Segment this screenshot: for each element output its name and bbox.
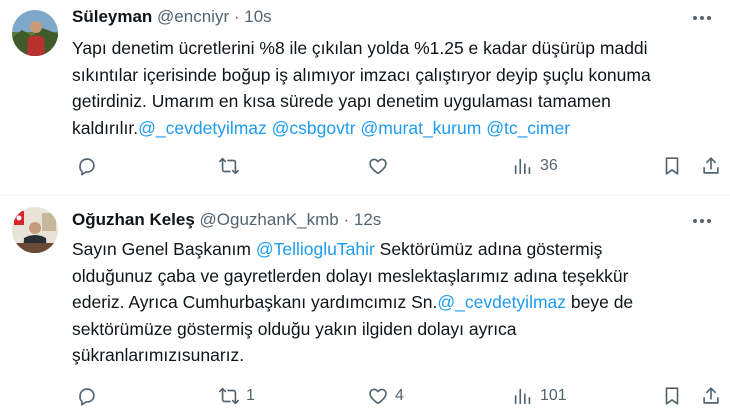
tweet[interactable]: Süleyman @encniyr · 10s Yapı denetim ücr… (0, 0, 730, 196)
display-name[interactable]: Oğuzhan Keleş (72, 210, 195, 229)
more-icon[interactable] (690, 8, 714, 28)
views-icon (514, 388, 531, 405)
retweet-icon (219, 157, 239, 175)
text-segment: olduğunuz çaba ve gayretlerden dolayı me… (72, 265, 629, 286)
mention-link[interactable]: @_cevdetyilmaz (437, 292, 566, 312)
share-button[interactable] (700, 383, 722, 409)
tweet-text-line: getirdiniz. Umarım en kısa sürede yapı d… (72, 88, 712, 115)
avatar[interactable] (12, 10, 58, 56)
retweet-count: 1 (246, 387, 255, 404)
views-button[interactable]: 101 (512, 383, 567, 409)
tweet-text-line: Sayın Genel Başkanım @TelliogluTahir Sek… (72, 236, 712, 263)
like-count: 4 (395, 387, 404, 404)
timestamp[interactable]: 10s (244, 7, 271, 26)
views-icon (514, 158, 531, 175)
more-icon[interactable] (690, 211, 714, 231)
mention-link[interactable]: @TelliogluTahir (256, 239, 375, 259)
share-button[interactable] (700, 153, 722, 179)
display-name[interactable]: Süleyman (72, 7, 152, 26)
text-segment: Sayın Genel Başkanım (72, 239, 256, 259)
tweet[interactable]: Oğuzhan Keleş @OguzhanK_kmb · 12s Sayın … (0, 197, 730, 420)
views-button[interactable]: 36 (512, 153, 558, 179)
tweet-text-line: ederiz. Ayrıca Cumhurbaşkanı yardımcımız… (72, 289, 712, 316)
text-segment: kaldırılır. (72, 117, 139, 138)
tweet-text-line: sektörümüze göstermiş olduğu yakın ilgid… (72, 316, 712, 343)
reply-button[interactable] (76, 153, 104, 179)
share-icon (703, 157, 719, 174)
mention-link[interactable]: @tc_cimer (486, 118, 570, 138)
views-count: 101 (540, 387, 567, 404)
text-segment: şükranlarımızısunarız. (72, 345, 245, 365)
like-icon (369, 158, 387, 175)
text-segment: Sektörümüz adına göstermiş (374, 239, 603, 259)
tweet-text: Sayın Genel Başkanım @TelliogluTahir Sek… (72, 236, 712, 369)
tweet-header: Oğuzhan Keleş @OguzhanK_kmb · 12s (72, 209, 381, 231)
user-handle[interactable]: @OguzhanK_kmb (200, 210, 339, 229)
tweet-text-line: Yapı denetim ücretlerini %8 ile çıkılan … (72, 35, 712, 62)
like-button[interactable]: 4 (367, 383, 404, 409)
separator-dot: · (233, 7, 240, 26)
reply-button[interactable] (76, 383, 104, 409)
text-segment: sektörümüze göstermiş olduğu yakın ilgid… (72, 318, 517, 339)
action-bar: 1 4 101 (72, 383, 722, 409)
bookmark-icon (665, 157, 679, 175)
avatar[interactable] (12, 207, 58, 253)
text-segment: ederiz. Ayrıca Cumhurbaşkanı yardımcımız… (72, 292, 438, 312)
share-icon (703, 387, 719, 404)
mention-link[interactable]: @murat_kurum (360, 118, 481, 138)
retweet-button[interactable]: 1 (218, 383, 255, 409)
text-segment: getirdiniz. Umarım en kısa sürede yapı d… (72, 91, 611, 111)
text-segment: beye de (566, 292, 634, 312)
bookmark-button[interactable] (661, 153, 683, 179)
tweet-text: Yapı denetim ücretlerini %8 ile çıkılan … (72, 35, 712, 141)
mention-link[interactable]: @_cevdetyilmaz (138, 118, 267, 138)
user-handle[interactable]: @encniyr (157, 7, 229, 26)
reply-icon (79, 388, 95, 406)
like-icon (369, 388, 387, 405)
tweet-header: Süleyman @encniyr · 10s (72, 6, 272, 28)
retweet-button[interactable] (218, 153, 246, 179)
separator-dot: · (343, 210, 350, 229)
text-segment: sıkıntılar içerisinde boğup iş alımıyor … (72, 64, 651, 85)
reply-icon (79, 158, 95, 176)
tweet-text-line: kaldırılır.@_cevdetyilmaz @csbgovtr @mur… (72, 115, 712, 142)
tweet-text-line: olduğunuz çaba ve gayretlerden dolayı me… (72, 263, 712, 290)
bookmark-button[interactable] (661, 383, 683, 409)
tweet-text-line: sıkıntılar içerisinde boğup iş alımıyor … (72, 62, 712, 89)
views-count: 36 (540, 157, 558, 174)
timestamp[interactable]: 12s (354, 210, 381, 229)
retweet-icon (219, 387, 239, 405)
action-bar: 36 (72, 153, 722, 179)
mention-link[interactable]: @csbgovtr (272, 118, 356, 138)
text-segment: Yapı denetim ücretlerini %8 ile çıkılan … (72, 38, 648, 58)
bookmark-icon (665, 387, 679, 405)
like-button[interactable] (367, 153, 395, 179)
tweet-text-line: şükranlarımızısunarız. (72, 342, 712, 369)
